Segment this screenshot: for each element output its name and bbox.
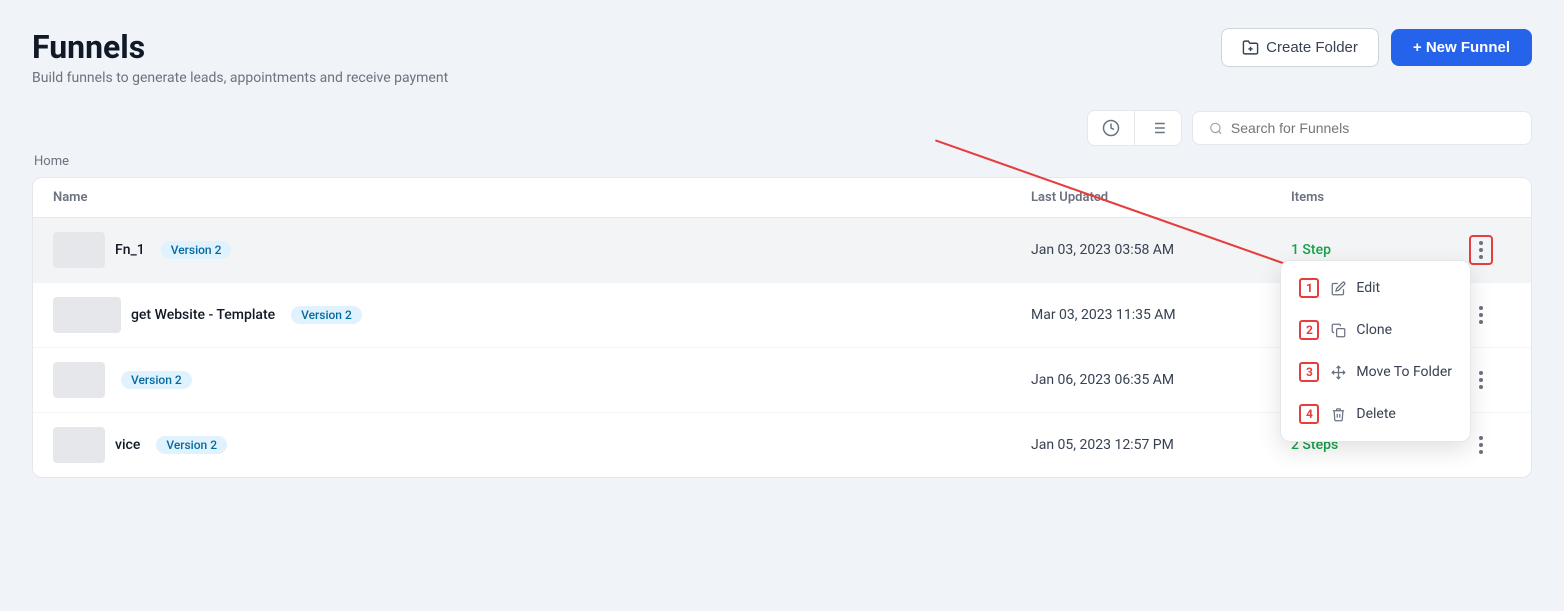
last-updated-cell: Jan 06, 2023 06:35 AM (1031, 372, 1291, 388)
page-title: Funnels (32, 28, 448, 66)
menu-move-label: Move To Folder (1356, 364, 1452, 380)
edit-icon (1331, 281, 1346, 296)
last-updated-cell: Jan 03, 2023 03:58 AM (1031, 242, 1291, 258)
menu-delete-label: Delete (1356, 406, 1395, 422)
funnel-thumbnail (53, 297, 121, 333)
row-menu-button[interactable] (1471, 302, 1491, 328)
col-updated: Last Updated (1031, 190, 1291, 205)
items-count-cell: 1 Step (1291, 242, 1451, 258)
context-menu: 1 Edit 2 Clone 3 (1280, 260, 1471, 442)
search-box[interactable] (1192, 111, 1532, 145)
folder-plus-icon (1242, 39, 1259, 56)
funnel-thumbnail (53, 232, 105, 268)
delete-icon (1331, 407, 1346, 422)
menu-item-edit[interactable]: 1 Edit (1281, 267, 1470, 309)
list-view-button[interactable] (1135, 111, 1181, 145)
table-header: Name Last Updated Items (33, 178, 1531, 218)
view-toggle-group (1087, 110, 1182, 146)
col-name: Name (53, 190, 1031, 205)
search-icon (1209, 121, 1223, 136)
menu-edit-label: Edit (1356, 280, 1380, 296)
menu-item-move[interactable]: 3 Move To Folder (1281, 351, 1470, 393)
version-badge: Version 2 (121, 371, 192, 389)
list-icon (1149, 119, 1167, 137)
version-badge: Version 2 (156, 436, 227, 454)
col-items: Items (1291, 190, 1451, 205)
row-menu-button[interactable] (1471, 432, 1491, 458)
funnels-table: Name Last Updated Items Fn_1 Version 2 J… (32, 177, 1532, 478)
clone-icon (1331, 323, 1346, 338)
version-badge: Version 2 (161, 241, 232, 259)
last-updated-cell: Mar 03, 2023 11:35 AM (1031, 307, 1291, 323)
row-name-cell: Fn_1 Version 2 (53, 232, 1031, 268)
row-menu-button[interactable] (1469, 235, 1493, 265)
page-title-section: Funnels Build funnels to generate leads,… (32, 28, 448, 86)
funnel-name: Fn_1 (115, 242, 145, 258)
create-folder-button[interactable]: Create Folder (1221, 28, 1379, 67)
col-actions (1451, 190, 1511, 205)
clock-icon (1102, 119, 1120, 137)
header-actions: Create Folder + New Funnel (1221, 28, 1532, 67)
search-input[interactable] (1231, 120, 1515, 136)
page-subtitle: Build funnels to generate leads, appoint… (32, 70, 448, 86)
funnel-name: vice (115, 437, 140, 453)
funnel-thumbnail (53, 362, 105, 398)
new-funnel-button[interactable]: + New Funnel (1391, 29, 1532, 66)
row-name-cell: vice Version 2 (53, 427, 1031, 463)
menu-item-delete[interactable]: 4 Delete (1281, 393, 1470, 435)
last-updated-cell: Jan 05, 2023 12:57 PM (1031, 437, 1291, 453)
table-row: Fn_1 Version 2 Jan 03, 2023 03:58 AM 1 S… (33, 218, 1531, 283)
row-name-cell: Version 2 (53, 362, 1031, 398)
clock-view-button[interactable] (1088, 111, 1135, 145)
page-header: Funnels Build funnels to generate leads,… (32, 28, 1532, 86)
breadcrumb: Home (32, 154, 1532, 169)
row-name-cell: get Website - Template Version 2 (53, 297, 1031, 333)
menu-clone-label: Clone (1356, 322, 1392, 338)
funnel-thumbnail (53, 427, 105, 463)
toolbar (32, 110, 1532, 146)
row-menu-button[interactable] (1471, 367, 1491, 393)
move-icon (1331, 365, 1346, 380)
version-badge: Version 2 (291, 306, 362, 324)
menu-item-clone[interactable]: 2 Clone (1281, 309, 1470, 351)
funnel-name: get Website - Template (131, 307, 275, 323)
